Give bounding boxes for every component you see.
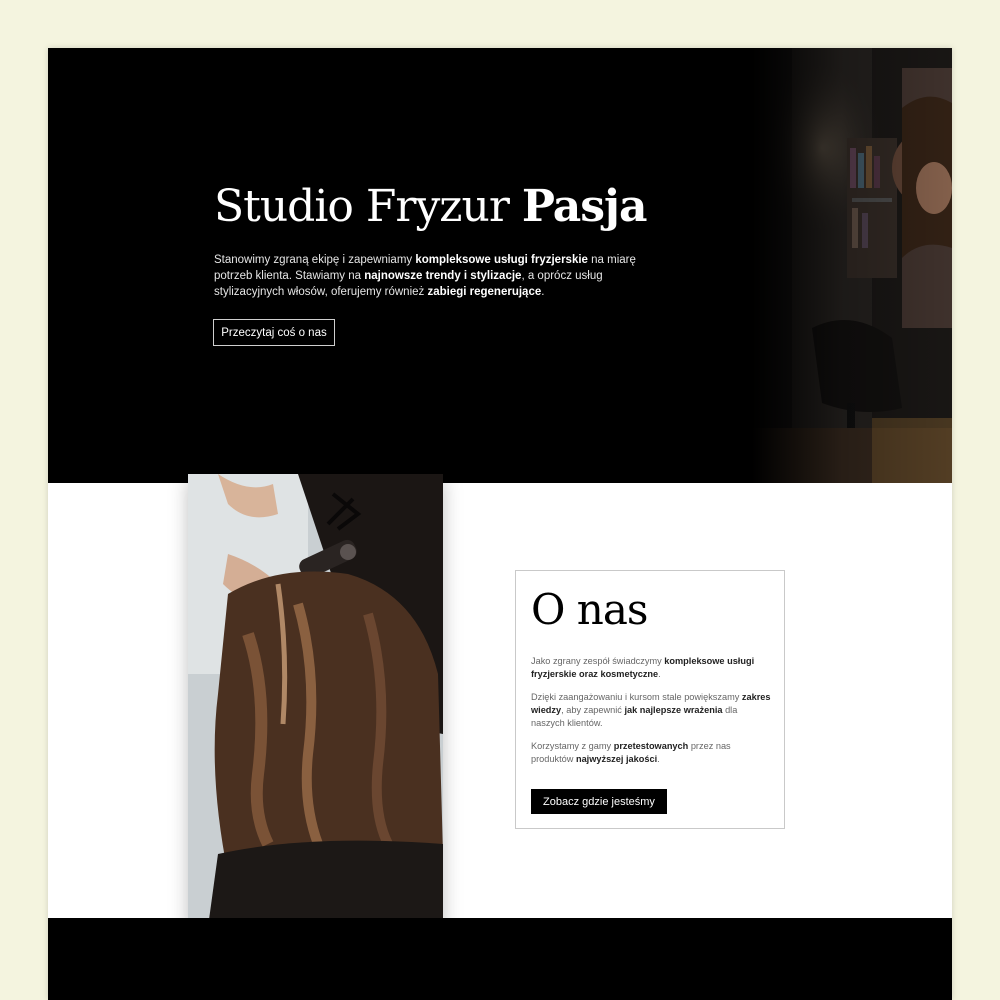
- hairstylist-curling-photo: [188, 474, 443, 927]
- salon-interior-photo: [752, 48, 952, 483]
- hero-title-bold: Pasja: [521, 181, 648, 232]
- page-frame: Studio Fryzur Pasja Stanowimy zgraną eki…: [48, 48, 952, 1000]
- hero-title: Studio Fryzur Pasja: [214, 181, 648, 232]
- hero-text-3: najnowsze trendy i stylizacje: [364, 270, 522, 282]
- hero-text-1: kompleksowe usługi fryzjerskie: [415, 254, 588, 266]
- about-paragraph-1: Jako zgrany zespół świadczymy kompleksow…: [531, 655, 773, 681]
- about-p2-2: , aby zapewnić: [561, 705, 625, 715]
- hero-title-regular: Studio Fryzur: [214, 181, 510, 232]
- about-p1-0: Jako zgrany zespół świadczymy: [531, 656, 665, 666]
- about-p1-2: .: [658, 669, 661, 679]
- hero-section: Studio Fryzur Pasja Stanowimy zgraną eki…: [48, 48, 952, 483]
- about-p3-4: .: [657, 754, 660, 764]
- see-location-button[interactable]: Zobacz gdzie jesteśmy: [531, 789, 667, 814]
- about-title: O nas: [531, 585, 648, 634]
- read-about-us-button[interactable]: Przeczytaj coś o nas: [213, 319, 335, 346]
- next-section-band: [48, 918, 952, 1000]
- about-paragraph-2: Dzięki zaangażowaniu i kursom stale powi…: [531, 691, 773, 730]
- about-p3-3: najwyższej jakości: [575, 754, 658, 764]
- hero-text-0: Stanowimy zgraną ekipę i zapewniamy: [214, 254, 416, 266]
- hero-description: Stanowimy zgraną ekipę i zapewniamy komp…: [214, 252, 654, 300]
- hero-text-6: .: [541, 286, 545, 298]
- about-p2-3: jak najlepsze wrażenia: [624, 705, 723, 715]
- about-card: O nas Jako zgrany zespół świadczymy komp…: [515, 570, 785, 829]
- about-p3-0: Korzystamy z gamy: [531, 741, 614, 751]
- hero-text-5: zabiegi regenerujące: [427, 286, 542, 298]
- about-paragraph-3: Korzystamy z gamy przetestowanych przez …: [531, 740, 773, 766]
- about-p2-0: Dzięki zaangażowaniu i kursom stale powi…: [531, 692, 742, 702]
- about-p3-1: przetestowanych: [613, 741, 689, 751]
